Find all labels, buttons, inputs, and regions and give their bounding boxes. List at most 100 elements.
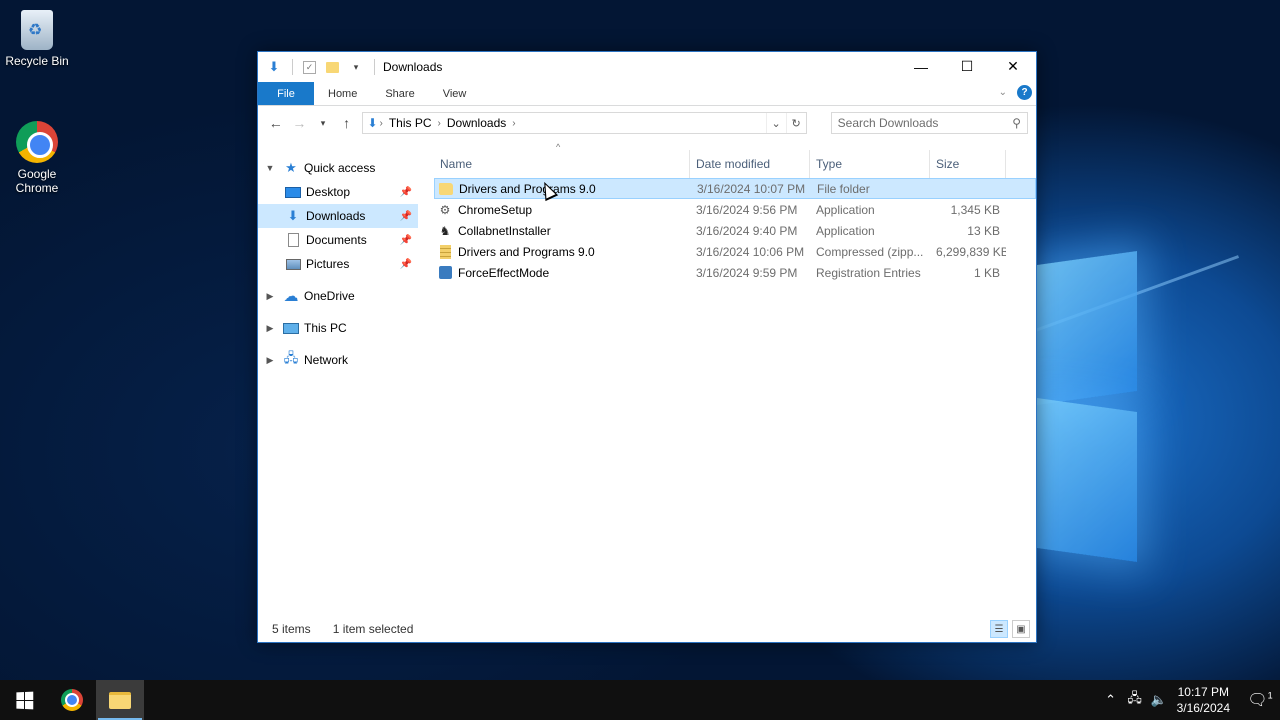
chrome-icon <box>61 689 83 711</box>
notification-icon: 🗨 <box>1247 692 1268 709</box>
file-size: 1 KB <box>973 265 1000 280</box>
expand-ribbon-chevron-icon[interactable]: ⌄ <box>999 87 1007 98</box>
desktop-icon-google-chrome[interactable]: Google Chrome <box>0 121 74 195</box>
file-explorer-window: ⬇ ✓ ▾ Downloads — ☐ ✕ File Home Share Vi… <box>257 51 1037 643</box>
nav-onedrive[interactable]: ▶ ☁ OneDrive <box>258 284 418 308</box>
network-icon: 🖧 <box>283 350 299 365</box>
wallpaper-logo-pane <box>1037 250 1137 406</box>
tab-file[interactable]: File <box>258 82 314 105</box>
taskbar-file-explorer-button[interactable] <box>96 680 144 720</box>
help-icon[interactable]: ? <box>1017 85 1032 100</box>
column-header-type[interactable]: Type <box>810 150 930 178</box>
maximize-button[interactable]: ☐ <box>944 52 990 81</box>
file-row[interactable]: Drivers and Programs 9.0 3/16/2024 10:07… <box>434 178 1036 199</box>
breadcrumb-this-pc[interactable]: This PC <box>389 116 432 130</box>
action-center-button[interactable]: 🗨1 <box>1240 690 1280 710</box>
pin-icon[interactable]: 📌 <box>400 211 412 222</box>
search-input[interactable]: Search Downloads <box>838 116 939 130</box>
tab-share[interactable]: Share <box>371 82 428 105</box>
minimize-button[interactable]: — <box>898 52 944 81</box>
breadcrumb-downloads[interactable]: Downloads <box>447 116 506 130</box>
documents-icon <box>284 232 302 248</box>
nav-item-desktop[interactable]: Desktop 📌 <box>258 180 418 204</box>
expanded-arrow-icon[interactable]: ▼ <box>258 163 282 173</box>
back-button[interactable]: ← <box>266 113 286 133</box>
address-history-dropdown[interactable]: ⌄ <box>765 113 786 133</box>
column-header-name[interactable]: Name <box>434 150 690 178</box>
search-box[interactable]: Search Downloads ⚲ <box>830 112 1028 134</box>
desktop-icon-recycle-bin[interactable]: Recycle Bin <box>0 10 74 68</box>
chrome-icon <box>16 121 58 163</box>
file-row[interactable]: ForceEffectMode 3/16/2024 9:59 PM Regist… <box>434 262 1036 283</box>
nav-this-pc[interactable]: ▶ This PC <box>258 316 418 340</box>
column-header-size[interactable]: Size <box>930 150 1006 178</box>
nav-quick-access[interactable]: ▼ ★ Quick access <box>258 156 418 180</box>
file-row[interactable]: Drivers and Programs 9.0 3/16/2024 10:06… <box>434 241 1036 262</box>
file-name: Drivers and Programs 9.0 <box>458 244 595 259</box>
start-button[interactable] <box>0 680 48 720</box>
file-type: Registration Entries <box>816 265 921 280</box>
chevron-right-icon[interactable]: › <box>512 118 515 129</box>
pin-icon[interactable]: 📌 <box>400 235 412 246</box>
up-button[interactable]: ↑ <box>337 113 357 133</box>
new-folder-icon[interactable] <box>324 59 340 75</box>
nav-label: OneDrive <box>304 289 355 303</box>
file-date: 3/16/2024 10:07 PM <box>697 181 806 196</box>
taskbar-chrome-button[interactable] <box>48 680 96 720</box>
file-list-pane: ^ Name Date modified Type Size Drivers a… <box>418 142 1036 616</box>
collapsed-arrow-icon[interactable]: ▶ <box>258 355 282 366</box>
large-icons-view-icon[interactable]: ▣ <box>1012 620 1030 638</box>
file-row[interactable]: ♞ CollabnetInstaller 3/16/2024 9:40 PM Ap… <box>434 220 1036 241</box>
file-row[interactable]: ⚙ ChromeSetup 3/16/2024 9:56 PM Applicati… <box>434 199 1036 220</box>
file-name: ChromeSetup <box>458 202 533 217</box>
refresh-button[interactable]: ↻ <box>785 113 806 133</box>
file-type: Application <box>816 223 875 238</box>
file-size: 6,299,839 KB <box>936 244 1006 259</box>
cloud-icon: ☁ <box>283 288 299 305</box>
selection-count: 1 item selected <box>332 622 414 636</box>
quick-access-toolbar: ⬇ ✓ ▾ <box>258 59 377 75</box>
zip-icon <box>438 244 452 259</box>
nav-network[interactable]: ▶ 🖧 Network <box>258 348 418 372</box>
nav-item-downloads[interactable]: ⬇ Downloads 📌 <box>258 204 418 228</box>
details-view-icon[interactable]: ☰ <box>990 620 1008 638</box>
column-header-date-modified[interactable]: Date modified <box>690 150 810 178</box>
file-size: 13 KB <box>967 223 1000 238</box>
nav-label: Downloads <box>306 209 366 223</box>
nav-item-pictures[interactable]: Pictures 📌 <box>258 252 418 276</box>
pin-icon[interactable]: 📌 <box>400 259 412 270</box>
tab-home[interactable]: Home <box>314 82 371 105</box>
volume-muted-icon[interactable]: 🔈 <box>1147 692 1171 708</box>
pin-icon[interactable]: 📌 <box>400 187 412 198</box>
navigation-pane: ▼ ★ Quick access Desktop 📌 ⬇ Downloads 📌… <box>258 142 418 616</box>
file-explorer-icon <box>109 691 131 709</box>
clock-date: 3/16/2024 <box>1176 701 1230 715</box>
desktop-icon-label: Google Chrome <box>15 167 59 195</box>
properties-icon[interactable]: ✓ <box>303 60 316 74</box>
column-headers: ^ Name Date modified Type Size <box>434 142 1036 178</box>
nav-label: This PC <box>304 321 347 335</box>
address-bar[interactable]: ⬇ › This PC › Downloads › ⌄ ↻ <box>362 112 807 134</box>
ribbon-tabs: File Home Share View ⌄ ? <box>258 82 1036 106</box>
network-status-icon[interactable]: 🖧 <box>1123 689 1147 711</box>
close-button[interactable]: ✕ <box>990 52 1036 81</box>
file-name: CollabnetInstaller <box>458 223 551 238</box>
sort-ascending-icon: ^ <box>556 142 561 152</box>
chevron-right-icon: › <box>379 117 383 129</box>
collapsed-arrow-icon[interactable]: ▶ <box>258 323 282 334</box>
divider <box>292 59 293 75</box>
forward-button[interactable]: → <box>290 113 310 133</box>
taskbar: ⌃ 🖧 🔈 10:17 PM 3/16/2024 🗨1 <box>0 680 1280 720</box>
collapsed-arrow-icon[interactable]: ▶ <box>258 291 282 302</box>
show-hidden-icons-chevron-icon[interactable]: ⌃ <box>1099 692 1123 708</box>
nav-item-documents[interactable]: Documents 📌 <box>258 228 418 252</box>
chevron-right-icon[interactable]: › <box>438 118 441 129</box>
clock[interactable]: 10:17 PM 3/16/2024 <box>1177 684 1230 716</box>
recent-locations-dropdown[interactable]: ▾ <box>313 113 333 133</box>
system-tray: ⌃ 🖧 🔈 10:17 PM 3/16/2024 🗨1 <box>1099 680 1280 720</box>
desktop-folder-icon <box>284 184 302 200</box>
file-type: Application <box>816 202 875 217</box>
customize-qat-dropdown-icon[interactable]: ▾ <box>348 59 364 75</box>
tab-view[interactable]: View <box>429 82 481 105</box>
item-count: 5 items <box>272 622 311 636</box>
